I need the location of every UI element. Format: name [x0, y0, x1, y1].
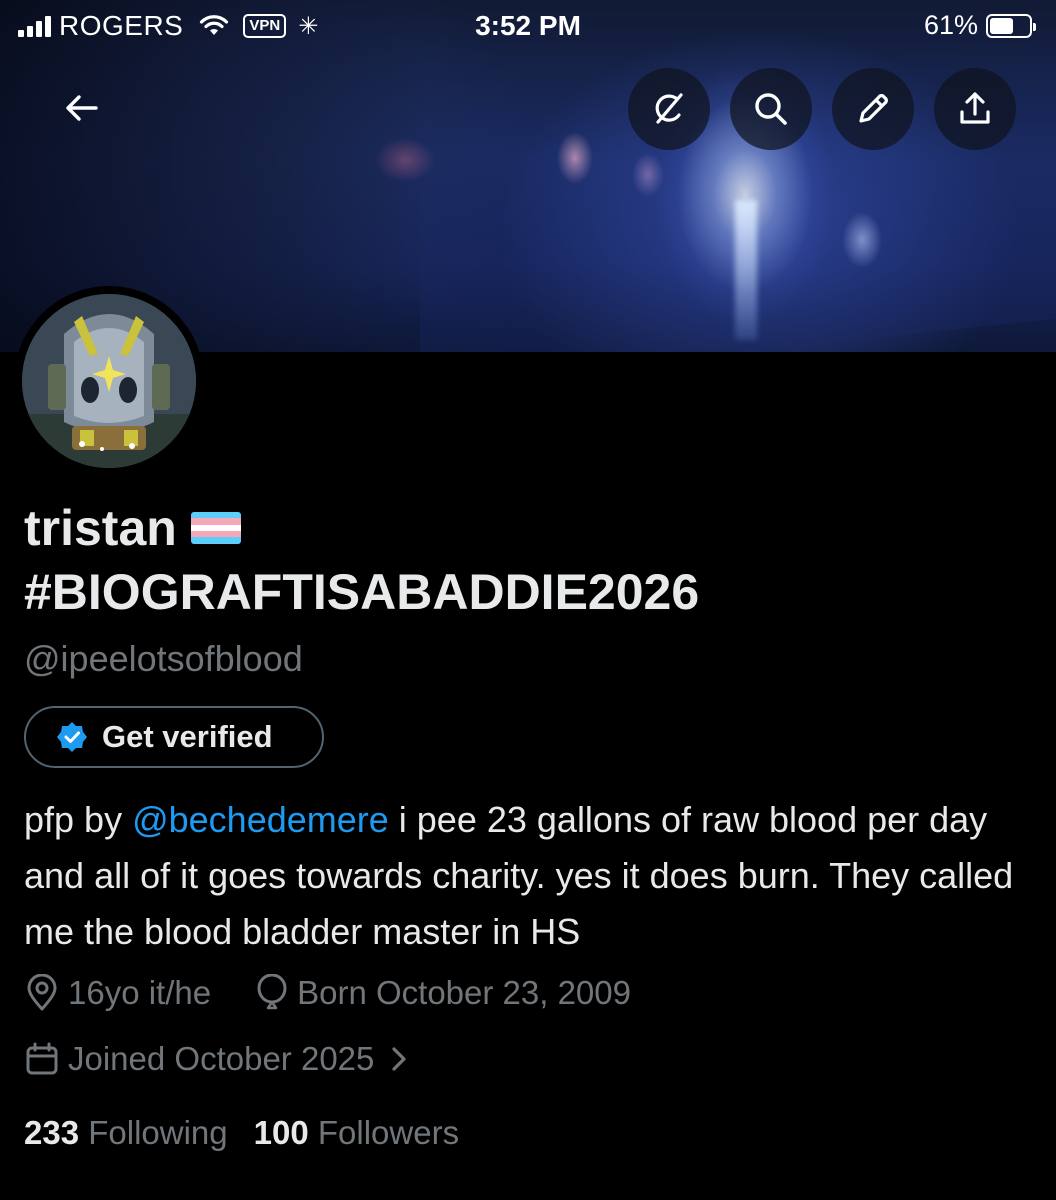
- battery-percent: 61%: [923, 10, 978, 40]
- joined-date-row[interactable]: Joined October 2025: [24, 1040, 410, 1078]
- calendar-icon: [26, 1042, 58, 1075]
- followers-label: Followers: [317, 1114, 460, 1151]
- banner-light-beam: [735, 200, 757, 340]
- battery-icon: [986, 13, 1036, 38]
- profile-joined-date: Joined October 2025: [68, 1040, 375, 1077]
- search-button[interactable]: [730, 68, 812, 150]
- edit-button[interactable]: [832, 68, 914, 150]
- following-count: 233: [24, 1114, 80, 1151]
- profile-bio: pfp by @bechedemere i pee 23 gallons of …: [24, 792, 1034, 960]
- bio-mention-link[interactable]: @bechedemere: [132, 799, 389, 840]
- birthday-balloon-icon: [257, 974, 287, 1010]
- display-name: tristan #BIOGRAFTISABADDIE2026: [24, 496, 1024, 624]
- profile-avatar[interactable]: [14, 286, 204, 476]
- followers-count: 100: [253, 1114, 309, 1151]
- display-name-first: tristan: [24, 500, 177, 556]
- profile-location: 16yo it/he: [68, 974, 212, 1011]
- followers-link[interactable]: 100 Followers: [254, 1114, 459, 1152]
- display-name-hashtag: #BIOGRAFTISABADDIE2026: [24, 564, 700, 620]
- get-verified-label: Get verified: [102, 719, 273, 754]
- user-handle: @ipeelotsofblood: [24, 638, 303, 679]
- search-icon: [755, 93, 787, 125]
- following-label: Following: [88, 1114, 228, 1151]
- status-bar: ROGERS VPN ✳ 3:52 PM 61%: [0, 0, 1056, 56]
- verified-badge-icon: [57, 722, 87, 752]
- location-pin-icon: [27, 974, 57, 1011]
- arrow-left-icon: [66, 95, 98, 121]
- profile-meta-row: 16yo it/he Born October 23, 2009: [24, 974, 631, 1012]
- avatar-image: [22, 294, 196, 468]
- back-button[interactable]: [52, 78, 112, 138]
- grok-button[interactable]: [628, 68, 710, 150]
- bio-prefix: pfp by: [24, 799, 133, 840]
- follow-stats: 233 Following 100 Followers: [24, 1114, 459, 1152]
- profile-birthday: Born October 23, 2009: [297, 974, 631, 1011]
- get-verified-button[interactable]: Get verified: [24, 706, 324, 768]
- status-time: 3:52 PM: [475, 10, 581, 41]
- share-icon: [960, 92, 990, 124]
- chevron-right-icon: [392, 1047, 406, 1071]
- share-button[interactable]: [934, 68, 1016, 150]
- edit-icon: [859, 94, 888, 123]
- grok-icon: [655, 93, 683, 124]
- transgender-flag-icon: [190, 511, 241, 544]
- following-link[interactable]: 233 Following: [24, 1114, 228, 1152]
